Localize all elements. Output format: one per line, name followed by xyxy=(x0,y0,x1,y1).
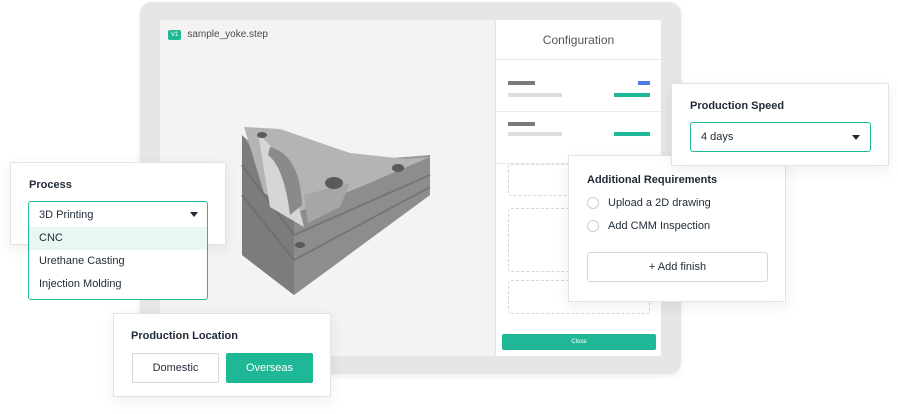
add-finish-button[interactable]: + Add finish xyxy=(587,252,768,282)
config-row-placeholder xyxy=(496,60,661,112)
radio-icon[interactable] xyxy=(587,220,599,232)
radio-icon[interactable] xyxy=(587,197,599,209)
process-title: Process xyxy=(29,179,72,191)
production-speed-value: 4 days xyxy=(701,131,734,143)
version-badge: V1 xyxy=(168,29,182,40)
requirement-label: Upload a 2D drawing xyxy=(608,197,711,209)
overseas-button[interactable]: Overseas xyxy=(226,353,313,383)
production-location-card: Production Location Domestic Overseas xyxy=(113,313,331,397)
production-speed-title: Production Speed xyxy=(690,100,785,112)
chevron-down-icon xyxy=(190,212,198,217)
configuration-title: Configuration xyxy=(496,20,661,60)
domestic-button[interactable]: Domestic xyxy=(132,353,219,383)
production-location-title: Production Location xyxy=(131,330,238,342)
additional-requirements-card: Additional Requirements Upload a 2D draw… xyxy=(568,155,786,302)
production-speed-select[interactable]: 4 days xyxy=(690,122,871,152)
part-model-image xyxy=(241,127,431,295)
production-speed-card: Production Speed 4 days xyxy=(671,83,889,166)
chevron-down-icon xyxy=(852,134,860,140)
process-dropdown[interactable]: 3D Printing CNC Urethane Casting Injecti… xyxy=(28,201,208,300)
requirement-cmm-inspection[interactable]: Add CMM Inspection xyxy=(587,220,710,232)
additional-requirements-title: Additional Requirements xyxy=(587,174,718,186)
requirement-label: Add CMM Inspection xyxy=(608,220,711,232)
close-button[interactable]: Close xyxy=(502,334,656,350)
process-option-urethane-casting[interactable]: Urethane Casting xyxy=(29,250,207,273)
process-option-cnc[interactable]: CNC xyxy=(29,227,207,250)
process-option-injection-molding[interactable]: Injection Molding xyxy=(29,273,207,296)
process-selected-label: 3D Printing xyxy=(39,208,94,221)
process-selected[interactable]: 3D Printing xyxy=(29,202,207,227)
file-name: sample_yoke.step xyxy=(187,29,268,40)
requirement-upload-drawing[interactable]: Upload a 2D drawing xyxy=(587,197,711,209)
file-tag: V1 sample_yoke.step xyxy=(168,29,268,40)
